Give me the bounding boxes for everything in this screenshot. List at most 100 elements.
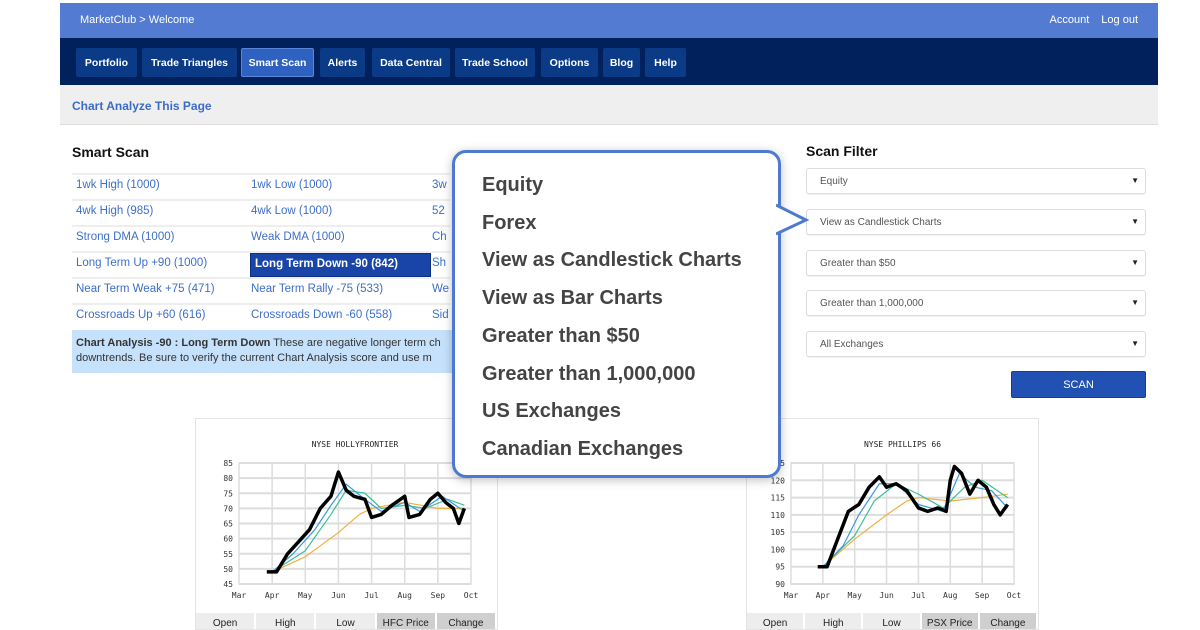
filter-select[interactable]: Greater than 1,000,000 ▼ (806, 290, 1146, 317)
tab-options[interactable]: Options (541, 48, 598, 77)
filter-option: View as Candlestick Charts (482, 249, 742, 272)
chart-title: NYSE PHILLIPS 66 (864, 440, 941, 449)
dropdown-arrow-icon: ▼ (1131, 339, 1139, 349)
scan-link[interactable]: 1wk High (1000) (76, 179, 160, 191)
scan-link[interactable]: Weak DMA (1000) (251, 231, 345, 243)
tab-alerts[interactable]: Alerts (320, 48, 365, 77)
x-tick-label: Oct (464, 591, 479, 600)
x-tick-label: Apr (265, 591, 280, 600)
scan-filter-title: Scan Filter (806, 143, 878, 159)
scan-link[interactable]: 1wk Low (1000) (251, 179, 332, 191)
y-tick-label: 95 (775, 563, 785, 572)
y-tick-label: 65 (223, 520, 233, 529)
scan-link[interactable]: Crossroads Up +60 (616) (76, 309, 205, 321)
scan-link[interactable]: Ch (432, 231, 450, 243)
account-link[interactable]: Account (1050, 14, 1090, 26)
select-value: View as Candlestick Charts (820, 216, 942, 228)
main-nav: Portfolio Trade Triangles Smart Scan Ale… (60, 38, 1158, 85)
x-tick-label: May (847, 591, 862, 600)
filter-select[interactable]: View as Candlestick Charts ▼ (806, 208, 1146, 235)
x-tick-label: Jun (879, 591, 894, 600)
tab-help[interactable]: Help (645, 48, 686, 77)
column-header[interactable]: Low (316, 613, 377, 629)
scan-row: Crossroads Up +60 (616) Crossroads Down -… (72, 303, 450, 329)
smart-scan-title: Smart Scan (72, 144, 150, 160)
scan-link[interactable]: We (432, 283, 450, 295)
x-tick-label: May (298, 591, 313, 600)
y-tick-label: 100 (771, 545, 786, 554)
description-text: These are negative longer term ch (270, 337, 441, 349)
filter-options-callout: Equity Forex View as Candlestick Charts Vie… (452, 150, 781, 478)
sub-header: Chart Analyze This Page (60, 85, 1158, 125)
tab-trade-school[interactable]: Trade School (455, 48, 535, 77)
filter-select[interactable]: Greater than $50 ▼ (806, 249, 1146, 276)
column-header[interactable]: Change (436, 613, 498, 629)
filter-option: Equity (482, 174, 544, 196)
scan-link[interactable]: Near Term Rally -75 (533) (251, 283, 383, 295)
column-header[interactable]: Low (863, 613, 922, 629)
filter-option: Greater than 1,000,000 (482, 362, 696, 385)
x-tick-label: Aug (943, 591, 958, 600)
price-chart-psx: NYSE PHILLIPS 661251201151101051009590Ma… (771, 440, 1022, 600)
x-tick-label: Jul (364, 591, 379, 600)
scan-link[interactable]: Sh (432, 257, 450, 269)
y-tick-label: 90 (775, 580, 785, 589)
scan-description: Chart Analysis -90 : Long Term Down Thes… (72, 330, 452, 373)
column-header[interactable]: Open (747, 613, 806, 629)
select-value: Equity (820, 176, 848, 187)
dropdown-arrow-icon: ▼ (1131, 176, 1139, 185)
x-tick-label: Sep (431, 591, 446, 600)
x-tick-label: Jun (331, 591, 346, 600)
tab-data-central[interactable]: Data Central (372, 48, 450, 77)
scan-link[interactable]: 52 (432, 205, 450, 217)
scan-link[interactable]: Strong DMA (1000) (76, 231, 174, 243)
column-header[interactable]: PSX Price (921, 613, 980, 629)
quote-table-header: Open High Low HFC Price Change (196, 613, 498, 629)
quote-table-header: Open High Low PSX Price Change (747, 613, 1039, 629)
x-tick-label: Apr (816, 591, 831, 600)
y-tick-label: 115 (771, 494, 786, 503)
filter-select[interactable]: Equity ▼ (806, 168, 1146, 194)
column-header[interactable]: HFC Price (376, 613, 437, 629)
callout-pointer (776, 203, 810, 236)
scan-link[interactable]: 3w (432, 179, 450, 191)
scan-link[interactable]: Crossroads Down -60 (558) (251, 309, 392, 321)
tab-blog[interactable]: Blog (603, 48, 640, 77)
tab-trade-triangles[interactable]: Trade Triangles (142, 48, 237, 77)
x-tick-label: Oct (1007, 591, 1022, 600)
dropdown-arrow-icon: ▼ (1131, 257, 1139, 267)
tab-portfolio[interactable]: Portfolio (76, 48, 137, 77)
filter-select[interactable]: All Exchanges ▼ (806, 331, 1146, 358)
y-tick-label: 85 (223, 459, 233, 468)
scan-row: 1wk High (1000) 1wk Low (1000) 3w (72, 173, 450, 199)
chart-analyze-link[interactable]: Chart Analyze This Page (72, 99, 212, 113)
y-tick-label: 75 (223, 489, 233, 498)
select-value: Greater than 1,000,000 (820, 298, 924, 310)
scan-row: Long Term Up +90 (1000) Long Term Down -9… (72, 251, 450, 277)
scan-link[interactable]: Long Term Up +90 (1000) (76, 257, 207, 269)
x-tick-label: Sep (975, 591, 990, 600)
scan-link[interactable]: 4wk Low (1000) (251, 205, 332, 217)
logout-link[interactable]: Log out (1101, 14, 1138, 26)
y-tick-label: 60 (223, 535, 233, 544)
column-header[interactable]: Open (196, 613, 257, 629)
column-header[interactable]: High (805, 613, 864, 629)
chart-title: NYSE HOLLYFRONTIER (312, 440, 399, 449)
scan-link[interactable]: Near Term Weak +75 (471) (76, 283, 215, 295)
y-tick-label: 50 (223, 565, 233, 574)
y-tick-label: 110 (771, 511, 786, 520)
y-tick-label: 70 (223, 504, 233, 513)
select-value: Greater than $50 (820, 257, 896, 269)
smart-scan-table: 1wk High (1000) 1wk Low (1000) 3w 4wk High … (72, 173, 450, 329)
y-tick-label: 80 (223, 474, 233, 483)
x-tick-label: Jul (911, 591, 926, 600)
tab-smart-scan[interactable]: Smart Scan (241, 48, 314, 77)
breadcrumb: MarketClub > Welcome (80, 14, 195, 26)
scan-button[interactable]: SCAN (1011, 371, 1146, 398)
scan-link[interactable]: 4wk High (985) (76, 205, 153, 217)
scan-link[interactable]: Sid (432, 309, 450, 321)
scan-link[interactable]: Long Term Down -90 (842) (250, 253, 431, 277)
column-header[interactable]: High (256, 613, 317, 629)
column-header[interactable]: Change (979, 613, 1039, 629)
filter-option: Greater than $50 (482, 324, 640, 347)
